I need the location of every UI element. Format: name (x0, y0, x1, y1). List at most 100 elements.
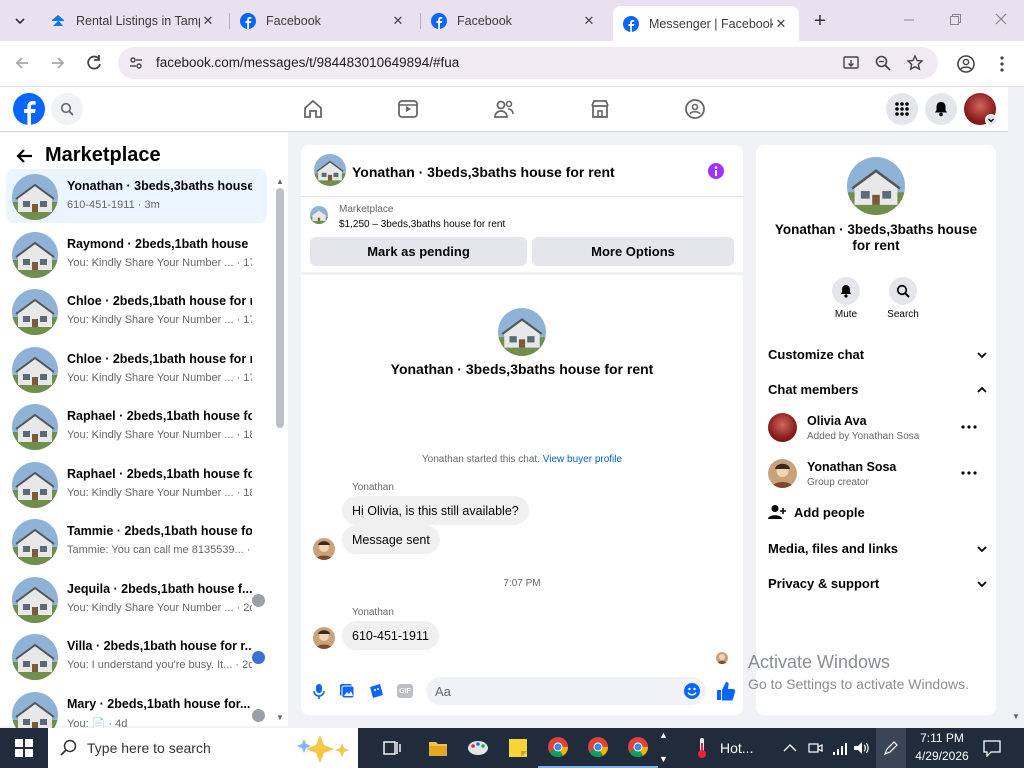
thumbs-up-icon[interactable] (716, 681, 736, 701)
file-explorer-button[interactable] (418, 728, 458, 768)
conversation-item[interactable]: Yonathan · 3beds,3baths house ... 610-451… (6, 169, 267, 223)
weather-widget[interactable]: Hot... (694, 737, 753, 759)
message-bubble[interactable]: 610-451-1911 (342, 621, 439, 650)
home-icon[interactable] (302, 98, 324, 120)
listing-detail[interactable]: $1,250 – 3beds,3baths house for rent (339, 219, 505, 230)
sticky-notes-button[interactable] (498, 728, 538, 768)
customize-chat-row[interactable]: Customize chat (768, 347, 988, 362)
clock-time[interactable]: 7:11 PM (910, 731, 974, 745)
minimize-button[interactable] (900, 10, 918, 28)
notifications-button[interactable] (925, 93, 957, 125)
reload-button[interactable] (84, 53, 104, 73)
chat-profile-photo[interactable] (498, 308, 546, 356)
conversation-item[interactable]: Jequila · 2beds,1bath house f... You: Kin… (6, 572, 267, 626)
notification-center-icon[interactable] (983, 739, 1001, 757)
conversation-item[interactable]: Raymond · 2beds,1bath house f... You: Kin… (6, 227, 267, 281)
conversation-item[interactable]: Raphael · 2beds,1bath house for... You: K… (6, 399, 267, 453)
emoji-icon[interactable] (684, 683, 700, 699)
address-bar[interactable]: facebook.com/messages/t/984483010649894/… (118, 47, 938, 79)
tab-search-button[interactable] (6, 8, 34, 34)
privacy-support-row[interactable]: Privacy & support (768, 576, 988, 591)
friends-icon[interactable] (493, 98, 515, 120)
media-files-row[interactable]: Media, files and links (768, 541, 988, 556)
view-buyer-profile-link[interactable]: View buyer profile (543, 454, 622, 465)
restore-button[interactable] (946, 10, 964, 28)
message-bubble[interactable]: Message sent (342, 525, 440, 554)
mark-as-pending-button[interactable]: Mark as pending (310, 237, 527, 266)
microphone-icon[interactable] (312, 683, 326, 699)
chevron-up-icon[interactable] (783, 742, 797, 754)
gif-icon[interactable]: GIF (397, 684, 413, 698)
close-window-button[interactable] (992, 10, 1010, 28)
browser-tab-active[interactable]: Messenger | Facebook ✕ (613, 6, 799, 41)
marketplace-icon[interactable] (589, 98, 611, 120)
member-avatar[interactable] (768, 459, 797, 488)
menu-button[interactable] (886, 93, 918, 125)
network-icon[interactable] (832, 740, 848, 756)
menu-kebab-icon[interactable] (994, 54, 1010, 74)
conversation-item[interactable]: Villa · 2beds,1bath house for r... You: I… (6, 629, 267, 683)
sticker-icon[interactable] (368, 683, 384, 699)
chat-header-avatar[interactable] (314, 154, 346, 186)
more-options-icon[interactable] (961, 470, 977, 476)
install-app-icon[interactable] (842, 54, 860, 72)
start-button[interactable] (4, 728, 44, 768)
close-icon[interactable]: ✕ (581, 13, 597, 29)
listing-thumb[interactable] (310, 206, 328, 224)
facebook-search-button[interactable] (51, 93, 83, 125)
info-button[interactable] (708, 163, 724, 179)
gallery-icon[interactable] (339, 683, 355, 699)
groups-icon[interactable] (684, 98, 706, 120)
member-name[interactable]: Olivia Ava (807, 414, 867, 428)
back-arrow-icon[interactable] (15, 146, 35, 166)
browser-tab-3[interactable]: Facebook ✕ (421, 6, 607, 36)
account-chevron[interactable] (985, 114, 997, 126)
member-name[interactable]: Yonathan Sosa (807, 460, 896, 474)
taskbar-scroll-up[interactable]: ▲ (659, 730, 668, 740)
sender-avatar[interactable] (313, 627, 335, 649)
close-icon[interactable]: ✕ (390, 13, 406, 29)
conversation-item[interactable]: Tammie · 2beds,1bath house for... Tammie:… (6, 514, 267, 568)
chrome-button-3[interactable] (618, 728, 658, 768)
paint-app-button[interactable] (458, 728, 498, 768)
message-bubble[interactable]: Hi Olivia, is this still available? (342, 496, 529, 525)
mute-button[interactable] (832, 277, 860, 305)
close-icon[interactable]: ✕ (200, 13, 216, 29)
more-options-icon[interactable] (961, 424, 977, 430)
more-options-button[interactable]: More Options (532, 237, 734, 266)
volume-icon[interactable] (853, 740, 871, 756)
taskbar-search-box[interactable]: Type here to search (48, 728, 358, 768)
browser-tab-1[interactable]: Rental Listings in Tamp ✕ (40, 6, 226, 36)
chrome-button-2[interactable] (578, 728, 618, 768)
zoom-icon[interactable] (874, 54, 892, 72)
profile-icon[interactable] (956, 54, 976, 74)
chat-header-title[interactable]: Yonathan · 3beds,3baths house for rent (352, 164, 615, 180)
new-tab-button[interactable]: + (808, 9, 832, 33)
scrollbar-thumb[interactable] (276, 188, 284, 428)
scroll-up-arrow[interactable]: ▲ (276, 177, 284, 186)
meet-now-icon[interactable] (807, 740, 823, 756)
scroll-down-arrow[interactable]: ▼ (276, 713, 284, 722)
video-icon[interactable] (397, 98, 419, 120)
member-avatar[interactable] (768, 413, 797, 442)
sender-avatar[interactable] (313, 538, 335, 560)
browser-tab-2[interactable]: Facebook ✕ (230, 6, 416, 36)
back-button[interactable] (12, 53, 32, 73)
forward-button[interactable] (48, 53, 68, 73)
page-scrollbar[interactable] (1008, 87, 1024, 728)
page-scroll-down-arrow[interactable]: ▼ (1012, 712, 1020, 721)
chat-members-row[interactable]: Chat members (768, 382, 988, 397)
clock-date[interactable]: 4/29/2026 (910, 749, 974, 763)
conversation-item[interactable]: Chloe · 2beds,1bath house for r... You: K… (6, 342, 267, 396)
conversation-item[interactable]: Raphael · 2beds,1bath house for... You: K… (6, 457, 267, 511)
taskbar-scroll-down[interactable]: ▼ (659, 754, 668, 764)
pen-menu-button[interactable] (876, 728, 906, 768)
bookmark-star-icon[interactable] (906, 54, 924, 72)
site-info-icon[interactable] (128, 55, 144, 71)
conversation-item[interactable]: Chloe · 2beds,1bath house for r... You: K… (6, 284, 267, 338)
message-input[interactable]: Aa (426, 677, 706, 705)
chrome-button-1[interactable] (538, 728, 578, 768)
task-view-button[interactable] (372, 728, 412, 768)
add-people-row[interactable]: Add people (768, 504, 865, 520)
facebook-logo[interactable] (13, 93, 45, 125)
